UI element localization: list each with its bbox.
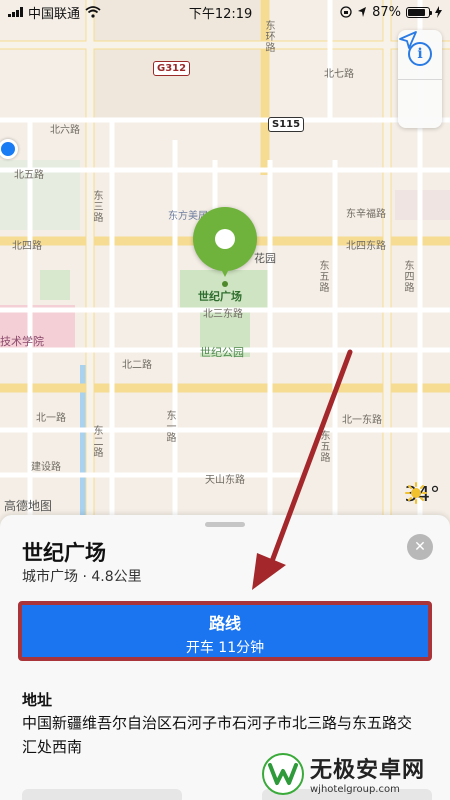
clock: 下午12:19 — [188, 6, 253, 22]
location-services-icon — [358, 7, 367, 17]
battery-level — [407, 8, 426, 16]
wifi-icon — [85, 6, 101, 18]
watermark-logo-icon — [262, 752, 304, 795]
annotation-arrow — [252, 349, 353, 590]
watermark-url: wjhotelgroup.com — [310, 784, 400, 795]
watermark: 无极安卓网 wjhotelgroup.com — [262, 752, 425, 795]
status-bar: 中国联通 下午12:19 87% — [0, 0, 450, 24]
battery-icon — [405, 6, 432, 18]
signal-icon — [8, 7, 23, 17]
rotation-lock-icon — [340, 6, 352, 18]
watermark-name: 无极安卓网 — [310, 758, 426, 783]
carrier-name: 中国联通 — [28, 6, 81, 22]
charging-icon — [434, 6, 442, 18]
battery-percent: 87% — [372, 4, 401, 20]
